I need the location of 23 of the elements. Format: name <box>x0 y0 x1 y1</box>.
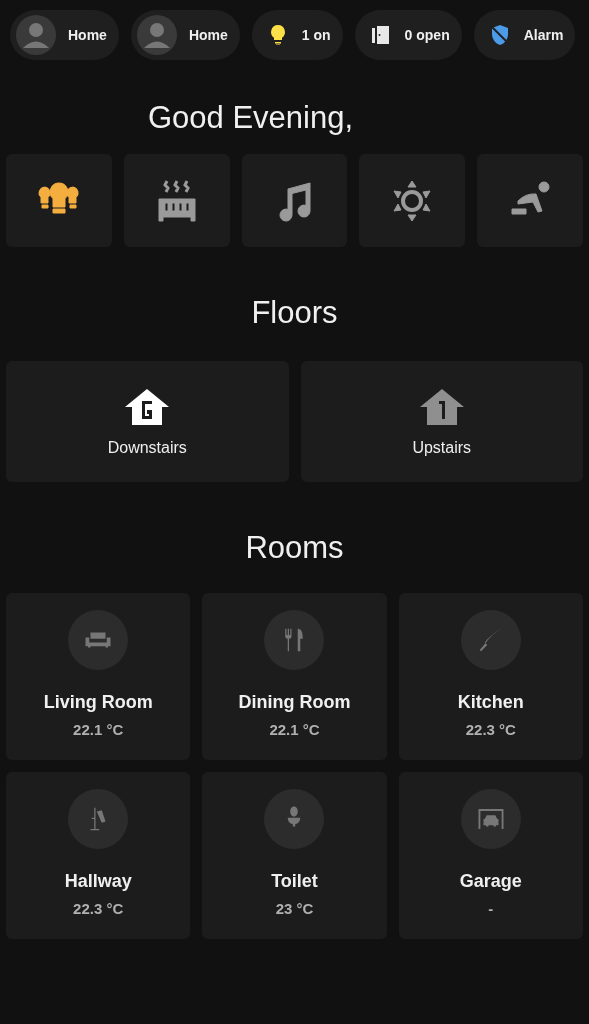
status-chip[interactable]: Home <box>10 10 119 60</box>
section-title: Floors <box>250 295 339 331</box>
greeting: Good Evening, <box>148 100 355 137</box>
quick-action-tile[interactable] <box>359 154 466 247</box>
status-chip[interactable]: Home <box>130 10 240 60</box>
room-card[interactable]: Dining Room 22.1 °C <box>202 593 387 760</box>
room-card[interactable]: Toilet 23 °C <box>202 772 387 939</box>
quick-action-tile[interactable] <box>123 154 230 247</box>
floor-card[interactable]: Upstairs <box>300 361 583 482</box>
room-card[interactable]: Living Room 22.1 °C <box>6 593 191 760</box>
avatar-icon <box>136 15 177 55</box>
quick-action-tile[interactable] <box>6 154 112 247</box>
status-chip[interactable]: 1 on <box>251 10 343 60</box>
floor-card[interactable]: Downstairs <box>6 361 289 482</box>
status-chip[interactable]: Alarm <box>473 10 576 60</box>
room-card[interactable]: Hallway 22.3 °C <box>6 772 191 939</box>
room-card[interactable]: Garage - <box>398 772 583 939</box>
quick-action-tile[interactable] <box>241 154 348 247</box>
status-chip[interactable]: 0 open <box>354 10 462 60</box>
section-title: Rooms <box>244 530 345 566</box>
avatar-icon <box>16 15 56 55</box>
room-card[interactable]: Kitchen 22.3 °C <box>398 593 583 760</box>
quick-action-tile[interactable] <box>477 154 583 247</box>
